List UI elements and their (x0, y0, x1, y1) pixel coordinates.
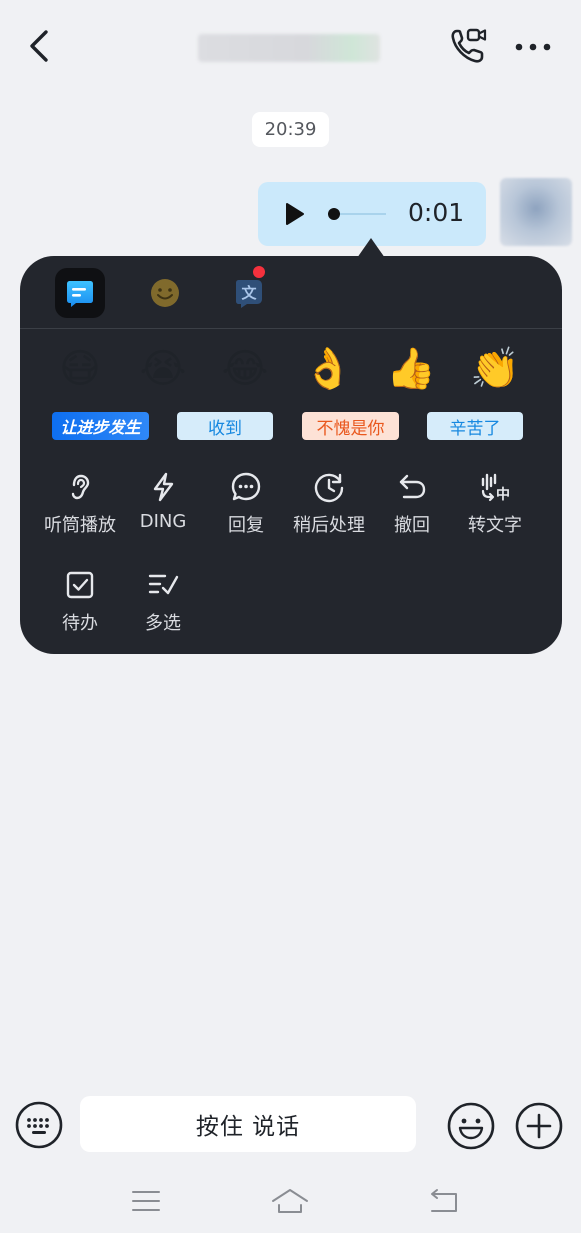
emoji-reaction[interactable]: 😂 (220, 344, 270, 394)
voice-message-bubble[interactable]: 0:01 (258, 182, 486, 246)
menu-lines-icon (132, 1191, 160, 1211)
sticker-reply-row: 让进步发生 收到 不愧是你 辛苦了 (20, 412, 562, 442)
svg-text:文: 文 (241, 284, 257, 302)
play-icon[interactable] (284, 202, 306, 226)
popup-tab-bar: 文 (20, 256, 562, 329)
popup-caret (357, 238, 385, 258)
home-button[interactable] (270, 1184, 310, 1218)
action-label: 多选 (145, 613, 181, 634)
voice-progress-handle[interactable] (328, 208, 340, 220)
back-arrow-icon (431, 1189, 457, 1212)
chat-input-bar: 按住 说话 (0, 1084, 581, 1166)
chat-title-blurred (198, 34, 380, 62)
sticker-reply[interactable]: 不愧是你 (302, 412, 399, 440)
more-tools-button[interactable] (514, 1101, 564, 1151)
home-icon (272, 1189, 308, 1213)
multi-select-icon (148, 574, 179, 595)
keyboard-icon (15, 1101, 63, 1149)
emoji-reaction-row: 😷 😭 😂 👌 👍 👏 (20, 344, 562, 394)
message-timestamp: 20:39 (252, 112, 329, 147)
video-call-icon (451, 28, 487, 63)
back-button[interactable] (22, 28, 58, 64)
plus-icon (515, 1102, 563, 1150)
action-todo[interactable]: 待办 (39, 569, 121, 639)
action-label: 转文字 (468, 515, 522, 536)
smiley-icon (447, 1102, 495, 1150)
reply-bubble-icon (231, 472, 261, 501)
emoji-reaction[interactable]: 😷 (55, 344, 105, 394)
todo-check-icon (66, 571, 94, 599)
chat-header (0, 0, 581, 88)
emoji-reaction[interactable]: 👌 (303, 344, 353, 394)
action-multi-select[interactable]: 多选 (122, 569, 204, 639)
smiley-icon (151, 279, 179, 307)
hold-to-talk-button[interactable]: 按住 说话 (80, 1096, 416, 1152)
call-button[interactable] (448, 26, 488, 66)
translate-icon: 文 (236, 280, 262, 308)
action-reply[interactable]: 回复 (205, 471, 287, 541)
action-voice-to-text[interactable]: 中 转文字 (454, 471, 536, 541)
keyboard-toggle-button[interactable] (15, 1101, 63, 1149)
undo-icon (399, 474, 426, 499)
voice-to-text-icon: 中 (481, 473, 510, 503)
system-back-button[interactable] (424, 1184, 464, 1218)
action-earpiece-play[interactable]: 听筒播放 (39, 471, 121, 541)
message-action-popup: 文 😷 😭 😂 👌 👍 👏 让进步发生 收到 不愧是你 辛苦了 听筒播放 DIN… (20, 256, 562, 654)
system-navigation-bar (0, 1166, 581, 1233)
emoji-button[interactable] (446, 1101, 496, 1151)
message-card-icon (67, 281, 93, 307)
more-dots-icon (515, 43, 551, 51)
notification-badge (253, 266, 265, 278)
sticker-reply[interactable]: 辛苦了 (427, 412, 523, 440)
sticker-reply[interactable]: 收到 (177, 412, 273, 440)
recent-apps-button[interactable] (126, 1184, 166, 1218)
action-handle-later[interactable]: 稍后处理 (288, 471, 370, 541)
emoji-reaction[interactable]: 👏 (470, 344, 520, 394)
more-button[interactable] (512, 30, 554, 64)
lightning-icon (153, 472, 174, 502)
tab-emoji[interactable] (140, 268, 190, 318)
emoji-reaction[interactable]: 👍 (386, 344, 436, 394)
clock-later-icon (314, 473, 344, 503)
emoji-reaction[interactable]: 😭 (138, 344, 188, 394)
tab-quick-actions[interactable] (55, 268, 105, 318)
ear-icon (71, 474, 90, 500)
action-recall[interactable]: 撤回 (371, 471, 453, 541)
action-ding[interactable]: DING (122, 471, 204, 541)
avatar[interactable] (500, 178, 572, 246)
sticker-reply[interactable]: 让进步发生 (52, 412, 149, 440)
chevron-left-icon (30, 30, 48, 62)
svg-text:中: 中 (496, 486, 510, 503)
voice-duration: 0:01 (408, 198, 465, 227)
tab-translate[interactable]: 文 (224, 266, 274, 318)
